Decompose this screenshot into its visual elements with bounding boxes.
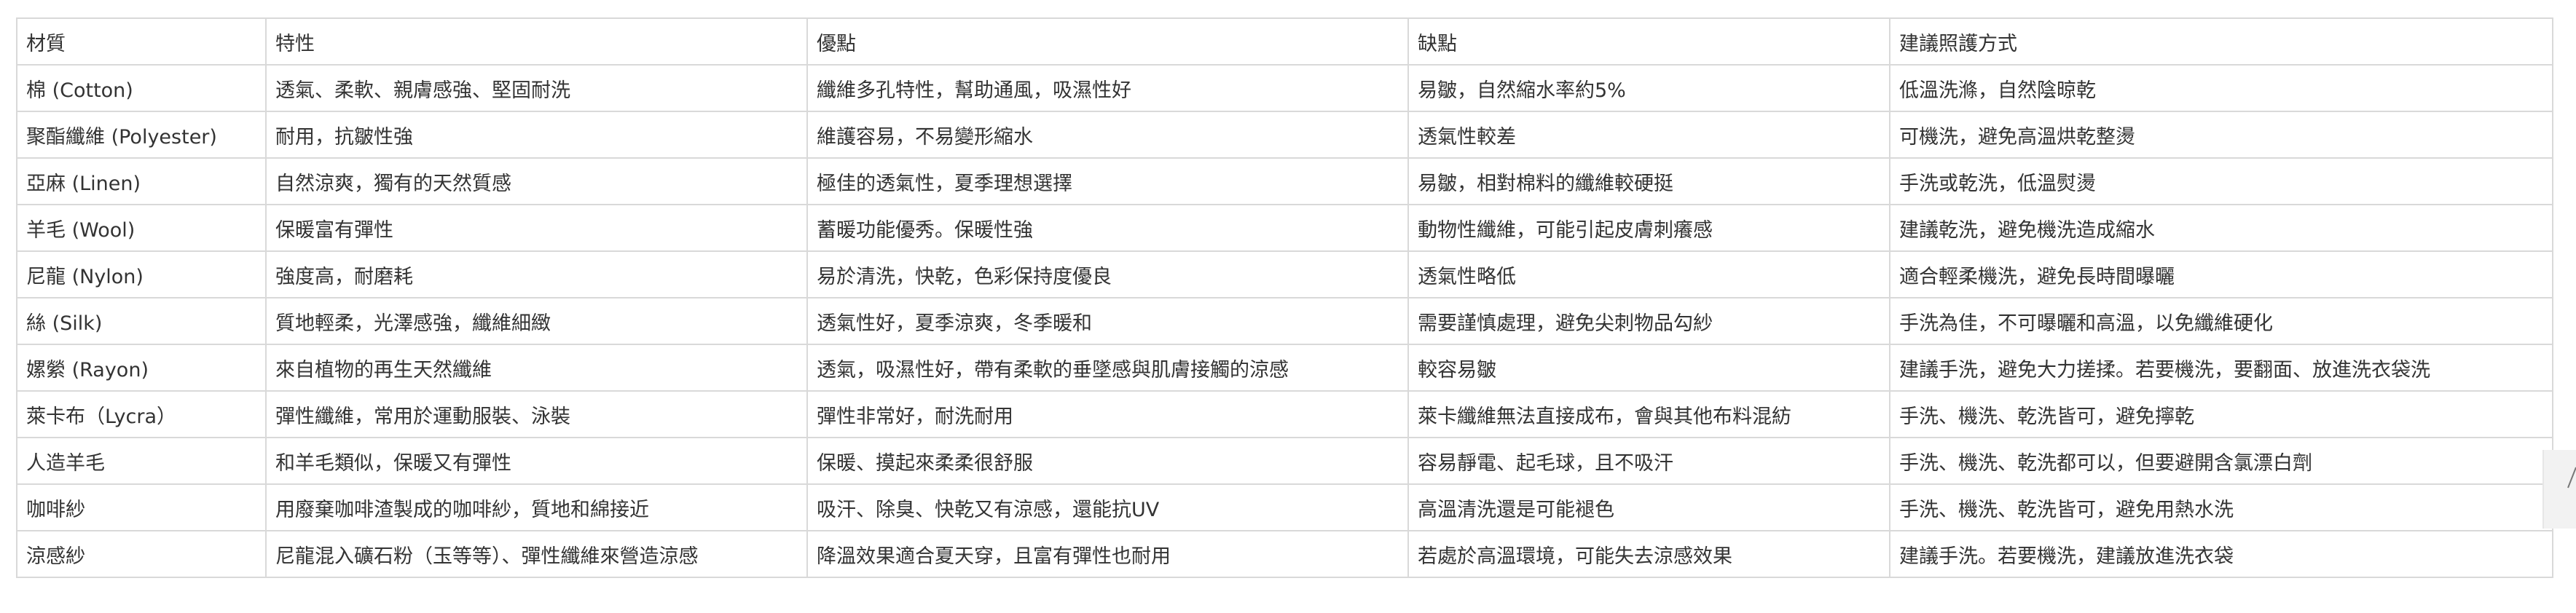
header-care: 建議照護方式 xyxy=(1889,17,2553,66)
cell-characteristics: 自然涼爽，獨有的天然質感 xyxy=(265,157,808,205)
cell-disadvantages: 較容易皺 xyxy=(1407,344,1890,392)
scroll-up-arrow-icon[interactable] xyxy=(2567,466,2576,510)
table-header-row: 材質 特性 優點 缺點 建議照護方式 xyxy=(16,17,2553,66)
cell-care: 可機洗，避免高溫烘乾整燙 xyxy=(1889,111,2553,159)
cell-care: 手洗為佳，不可曝曬和高溫，以免纖維硬化 xyxy=(1889,297,2553,345)
cell-disadvantages: 易皺，相對棉料的纖維較硬挺 xyxy=(1407,157,1890,205)
cell-advantages: 蓄暖功能優秀。保暖性強 xyxy=(806,204,1409,252)
cell-material: 羊毛 (Wool) xyxy=(16,204,267,252)
cell-characteristics: 和羊毛類似，保暖又有彈性 xyxy=(265,437,808,485)
table-row: 涼感紗 尼龍混入礦石粉（玉等等）、彈性纖維來營造涼感 降溫效果適合夏天穿，且富有… xyxy=(16,530,2553,578)
cell-material: 聚酯纖維 (Polyester) xyxy=(16,111,267,159)
fabric-comparison-table: 材質 特性 優點 缺點 建議照護方式 棉 (Cotton) 透氣、柔軟、親膚感強… xyxy=(16,17,2553,578)
cell-care: 建議手洗。若要機洗，建議放進洗衣袋 xyxy=(1889,530,2553,578)
cell-disadvantages: 萊卡纖維無法直接成布，會與其他布料混紡 xyxy=(1407,390,1890,438)
cell-characteristics: 彈性纖維，常用於運動服裝、泳裝 xyxy=(265,390,808,438)
cell-advantages: 彈性非常好，耐洗耐用 xyxy=(806,390,1409,438)
cell-care: 手洗、機洗、乾洗皆可，避免擰乾 xyxy=(1889,390,2553,438)
cell-material: 亞麻 (Linen) xyxy=(16,157,267,205)
cell-disadvantages: 高溫清洗還是可能褪色 xyxy=(1407,483,1890,531)
table-row: 人造羊毛 和羊毛類似，保暖又有彈性 保暖、摸起來柔柔很舒服 容易靜電、起毛球，且… xyxy=(16,437,2553,485)
cell-characteristics: 質地輕柔，光澤感強，纖維細緻 xyxy=(265,297,808,345)
cell-characteristics: 保暖富有彈性 xyxy=(265,204,808,252)
cell-advantages: 維護容易，不易變形縮水 xyxy=(806,111,1409,159)
header-advantages: 優點 xyxy=(806,17,1409,66)
cell-disadvantages: 需要謹慎處理，避免尖刺物品勾紗 xyxy=(1407,297,1890,345)
cell-material: 萊卡布（Lycra） xyxy=(16,390,267,438)
header-disadvantages: 缺點 xyxy=(1407,17,1890,66)
cell-advantages: 降溫效果適合夏天穿，且富有彈性也耐用 xyxy=(806,530,1409,578)
table-row: 尼龍 (Nylon) 強度高，耐磨耗 易於清洗，快乾，色彩保持度優良 透氣性略低… xyxy=(16,250,2553,298)
cell-advantages: 纖維多孔特性，幫助通風，吸濕性好 xyxy=(806,64,1409,112)
cell-care: 建議手洗，避免大力搓揉。若要機洗，要翻面、放進洗衣袋洗 xyxy=(1889,344,2553,392)
cell-material: 棉 (Cotton) xyxy=(16,64,267,112)
header-material: 材質 xyxy=(16,17,267,66)
table-row: 絲 (Silk) 質地輕柔，光澤感強，纖維細緻 透氣性好，夏季涼爽，冬季暖和 需… xyxy=(16,297,2553,345)
table-row: 萊卡布（Lycra） 彈性纖維，常用於運動服裝、泳裝 彈性非常好，耐洗耐用 萊卡… xyxy=(16,390,2553,438)
header-characteristics: 特性 xyxy=(265,17,808,66)
cell-characteristics: 尼龍混入礦石粉（玉等等）、彈性纖維來營造涼感 xyxy=(265,530,808,578)
table-row: 羊毛 (Wool) 保暖富有彈性 蓄暖功能優秀。保暖性強 動物性纖維，可能引起皮… xyxy=(16,204,2553,252)
cell-disadvantages: 容易靜電、起毛球，且不吸汗 xyxy=(1407,437,1890,485)
cell-disadvantages: 若處於高溫環境，可能失去涼感效果 xyxy=(1407,530,1890,578)
cell-advantages: 吸汗、除臭、快乾又有涼感，還能抗UV xyxy=(806,483,1409,531)
cell-material: 絲 (Silk) xyxy=(16,297,267,345)
cell-material: 涼感紗 xyxy=(16,530,267,578)
table-row: 咖啡紗 用廢棄咖啡渣製成的咖啡紗，質地和綿接近 吸汗、除臭、快乾又有涼感，還能抗… xyxy=(16,483,2553,531)
cell-characteristics: 耐用，抗皺性強 xyxy=(265,111,808,159)
table-row: 亞麻 (Linen) 自然涼爽，獨有的天然質感 極佳的透氣性，夏季理想選擇 易皺… xyxy=(16,157,2553,205)
cell-material: 嫘縈 (Rayon) xyxy=(16,344,267,392)
cell-disadvantages: 動物性纖維，可能引起皮膚刺癢感 xyxy=(1407,204,1890,252)
cell-advantages: 透氣，吸濕性好，帶有柔軟的垂墜感與肌膚接觸的涼感 xyxy=(806,344,1409,392)
cell-characteristics: 用廢棄咖啡渣製成的咖啡紗，質地和綿接近 xyxy=(265,483,808,531)
cell-care: 建議乾洗，避免機洗造成縮水 xyxy=(1889,204,2553,252)
cell-care: 手洗、機洗、乾洗皆可，避免用熱水洗 xyxy=(1889,483,2553,531)
cell-advantages: 易於清洗，快乾，色彩保持度優良 xyxy=(806,250,1409,298)
cell-material: 尼龍 (Nylon) xyxy=(16,250,267,298)
cell-disadvantages: 透氣性略低 xyxy=(1407,250,1890,298)
cell-material: 人造羊毛 xyxy=(16,437,267,485)
cell-disadvantages: 易皺，自然縮水率約5% xyxy=(1407,64,1890,112)
table-row: 嫘縈 (Rayon) 來自植物的再生天然纖維 透氣，吸濕性好，帶有柔軟的垂墜感與… xyxy=(16,344,2553,392)
cell-disadvantages: 透氣性較差 xyxy=(1407,111,1890,159)
cell-characteristics: 強度高，耐磨耗 xyxy=(265,250,808,298)
cell-advantages: 極佳的透氣性，夏季理想選擇 xyxy=(806,157,1409,205)
cell-care: 低溫洗滌，自然陰晾乾 xyxy=(1889,64,2553,112)
cell-advantages: 透氣性好，夏季涼爽，冬季暖和 xyxy=(806,297,1409,345)
cell-care: 手洗、機洗、乾洗都可以，但要避開含氯漂白劑 xyxy=(1889,437,2553,485)
cell-care: 適合輕柔機洗，避免長時間曝曬 xyxy=(1889,250,2553,298)
table-row: 聚酯纖維 (Polyester) 耐用，抗皺性強 維護容易，不易變形縮水 透氣性… xyxy=(16,111,2553,159)
cell-characteristics: 來自植物的再生天然纖維 xyxy=(265,344,808,392)
cell-material: 咖啡紗 xyxy=(16,483,267,531)
cell-characteristics: 透氣、柔軟、親膚感強、堅固耐洗 xyxy=(265,64,808,112)
table-row: 棉 (Cotton) 透氣、柔軟、親膚感強、堅固耐洗 纖維多孔特性，幫助通風，吸… xyxy=(16,64,2553,112)
cell-advantages: 保暖、摸起來柔柔很舒服 xyxy=(806,437,1409,485)
cell-care: 手洗或乾洗，低溫熨燙 xyxy=(1889,157,2553,205)
